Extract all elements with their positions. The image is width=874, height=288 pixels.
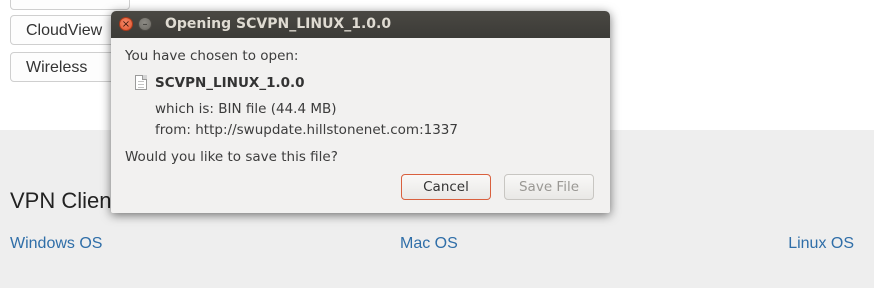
minimize-icon[interactable]: – [138,17,152,31]
open-prompt: You have chosen to open: [125,48,299,64]
download-dialog: × – Opening SCVPN_LINUX_1.0.0 You have c… [111,11,610,213]
cancel-button[interactable]: Cancel [401,174,491,200]
dialog-titlebar[interactable]: × – Opening SCVPN_LINUX_1.0.0 [111,11,610,38]
file-name: SCVPN_LINUX_1.0.0 [155,75,305,91]
save-question: Would you like to save this file? [125,149,338,165]
close-icon[interactable]: × [119,17,133,31]
save-file-button[interactable]: Save File [504,174,594,200]
file-icon [135,75,147,90]
file-type: which is: BIN file (44.4 MB) [155,101,337,117]
file-source: from: http://swupdate.hillstonenet.com:1… [155,122,458,138]
dialog-title: Opening SCVPN_LINUX_1.0.0 [165,16,392,32]
mac-os-link[interactable]: Mac OS [400,235,458,253]
windows-os-link[interactable]: Windows OS [10,235,102,253]
sidebar-button-partial[interactable] [10,0,130,10]
section-title: VPN Client [10,188,118,213]
linux-os-link[interactable]: Linux OS [788,235,854,253]
